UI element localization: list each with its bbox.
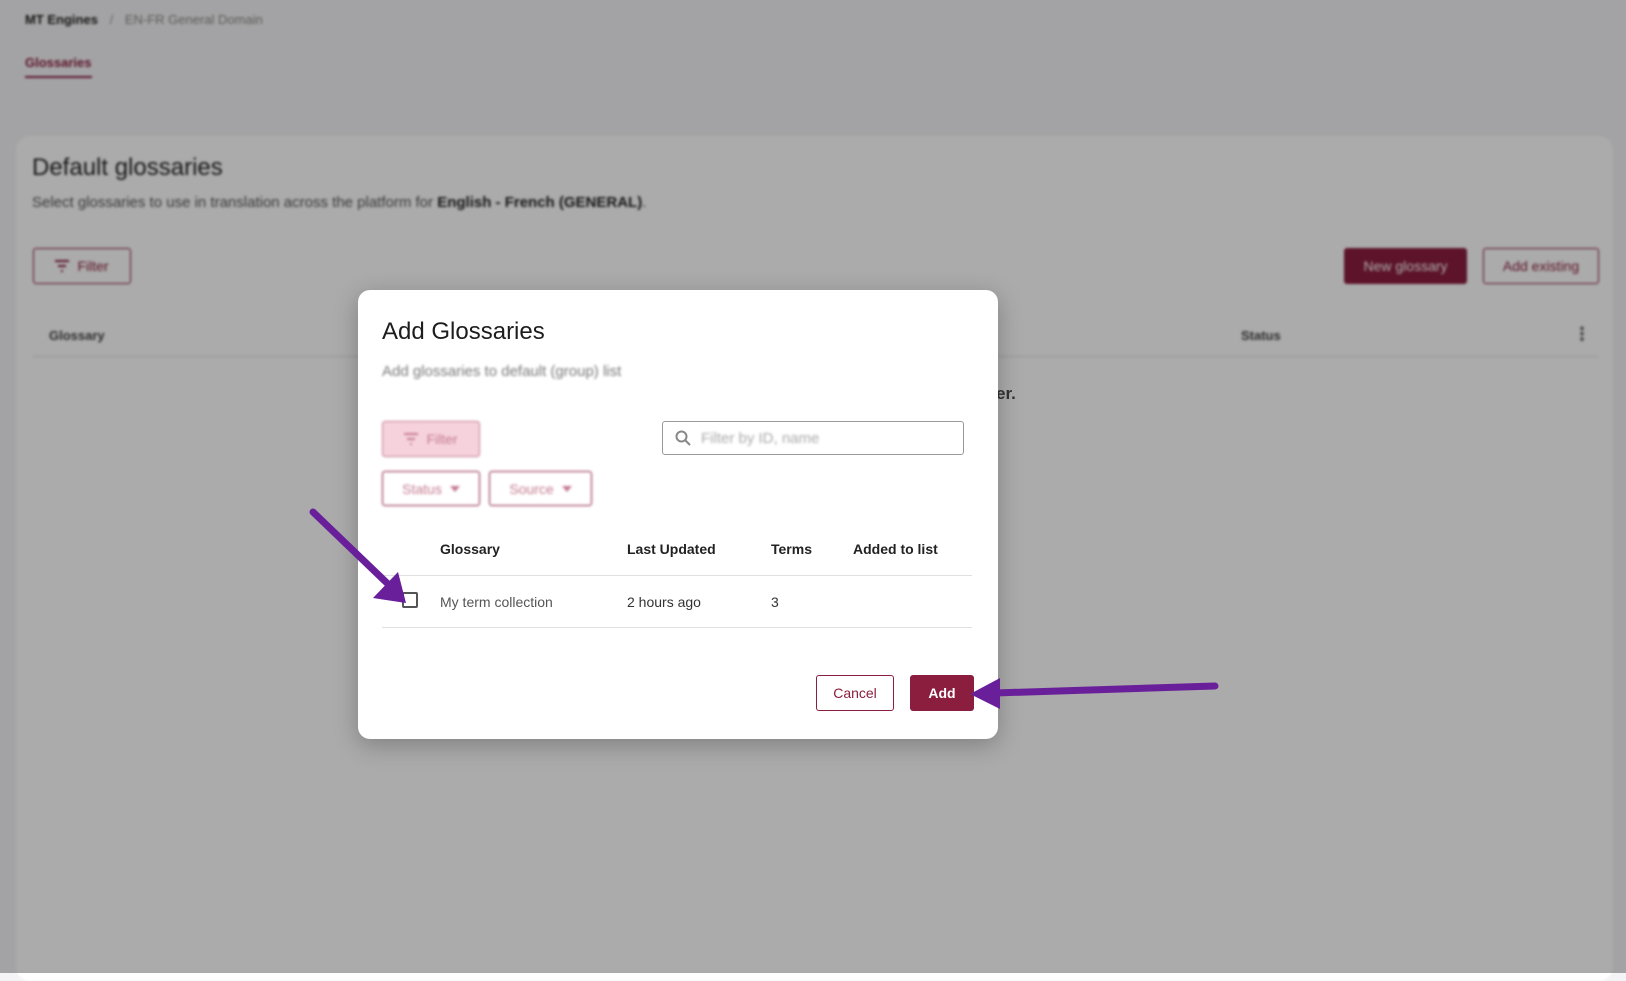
arrow-to-add-button: [970, 678, 1219, 709]
annotation-arrows: [309, 508, 1219, 709]
arrow-to-checkbox: [309, 508, 406, 603]
